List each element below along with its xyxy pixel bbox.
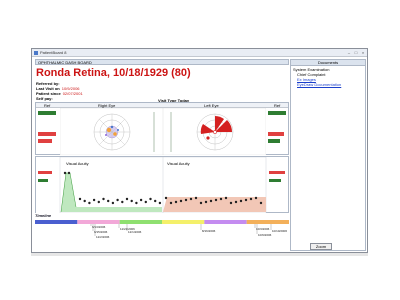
timeline-date: 10/9/2006 bbox=[258, 233, 272, 237]
ref-bar-red bbox=[268, 132, 284, 136]
zoom-button[interactable]: Zoom bbox=[310, 243, 332, 250]
va-point bbox=[194, 196, 198, 200]
ref-bar-green bbox=[38, 111, 56, 115]
va-point bbox=[209, 199, 213, 203]
ref-bar-green bbox=[269, 179, 281, 182]
va-point bbox=[174, 200, 178, 204]
ref-bar-green bbox=[268, 111, 286, 115]
va-point bbox=[135, 201, 138, 205]
timeline-segment bbox=[77, 220, 120, 224]
va-point bbox=[219, 197, 223, 201]
visual-acuity-left-chart[interactable]: Visual Acuity bbox=[163, 157, 290, 213]
self-pay: Self pay: bbox=[36, 96, 53, 101]
timeline-segment bbox=[35, 220, 78, 224]
va-point bbox=[130, 199, 133, 203]
timeline-segments bbox=[35, 220, 289, 224]
va-point bbox=[179, 199, 183, 203]
timeline-date: 9/13/2006 bbox=[92, 225, 106, 229]
visual-acuity-right-chart[interactable]: Visual Acuity bbox=[36, 157, 163, 213]
left-eye-field-chart[interactable] bbox=[163, 108, 266, 155]
va-point bbox=[224, 196, 228, 200]
va-point bbox=[121, 200, 124, 204]
ref-bar-green bbox=[268, 139, 280, 143]
ref-left-column bbox=[36, 108, 60, 155]
va-point bbox=[97, 200, 100, 204]
va-point bbox=[111, 201, 115, 205]
right-eye-field-chart[interactable] bbox=[60, 108, 163, 155]
va-point bbox=[184, 198, 188, 202]
timeline-date: 9/15/2006 bbox=[94, 230, 108, 234]
va-point bbox=[107, 199, 110, 203]
documents-header: Documents bbox=[291, 60, 365, 66]
minimize-button[interactable]: – bbox=[346, 50, 352, 55]
va-point bbox=[244, 198, 248, 202]
va-point bbox=[63, 171, 67, 175]
timeline-segment bbox=[246, 220, 289, 224]
timeline-date: 10/3/2006 bbox=[256, 227, 270, 231]
documents-panel: Documents System Examination Chief Compl… bbox=[290, 59, 366, 251]
va-point bbox=[259, 201, 263, 205]
ref-bar-red bbox=[38, 139, 52, 143]
va-point bbox=[88, 201, 91, 205]
va-point bbox=[189, 197, 193, 201]
timeline-segment bbox=[162, 220, 205, 224]
va-right-title: Visual Acuity bbox=[66, 161, 89, 166]
dashboard-header: OPHTHALMIC DASH BOARD bbox=[35, 59, 289, 65]
va-point bbox=[229, 201, 233, 205]
maximize-button[interactable]: □ bbox=[353, 50, 359, 55]
va-point bbox=[139, 198, 143, 202]
ref-bar-green bbox=[38, 179, 48, 182]
va-point bbox=[204, 200, 208, 204]
ref-bar-red bbox=[269, 171, 285, 174]
timeline-date: 12/2/2006 bbox=[96, 235, 110, 239]
va-point bbox=[164, 196, 168, 200]
horizontal-scrollbar[interactable] bbox=[31, 253, 368, 256]
va-point bbox=[249, 197, 253, 201]
doc-eyedraw-link[interactable]: EyeDraw Documentation bbox=[297, 82, 341, 87]
timeline-date: 12/1/2006 bbox=[128, 230, 142, 234]
ref-right-column bbox=[266, 108, 290, 155]
window-title: PatientBoard 8 bbox=[40, 50, 67, 55]
va-point bbox=[239, 199, 243, 203]
visual-acuity-panel: Visual Acuity Visual Acuity bbox=[35, 156, 289, 213]
dashboard-title: OPHTHALMIC DASH BOARD bbox=[38, 60, 92, 65]
va-point bbox=[254, 196, 258, 200]
va-point bbox=[116, 198, 119, 202]
app-icon bbox=[34, 51, 38, 55]
timeline-date: 8/16/2006 bbox=[202, 229, 216, 233]
va-point bbox=[125, 197, 129, 201]
va-point bbox=[92, 198, 96, 202]
timeline-bar[interactable]: 9/13/2006 11/21/20069/15/2006 12/1/200612/… bbox=[35, 218, 289, 246]
va-point bbox=[83, 199, 86, 203]
eye-panel: Ref Right Eye Left Eye Ref bbox=[35, 102, 289, 155]
timeline-date: 10/10/2006 bbox=[272, 229, 287, 233]
ref-bar-red bbox=[38, 171, 52, 174]
va-point bbox=[199, 201, 203, 205]
title-bar[interactable]: PatientBoard 8 – □ × bbox=[32, 49, 367, 57]
va-point bbox=[149, 197, 152, 201]
ref-bar-red bbox=[38, 132, 56, 136]
va-point bbox=[169, 201, 173, 205]
patient-name: Ronda Retina, 10/18/1929 (80) bbox=[36, 67, 191, 79]
va-point bbox=[102, 197, 105, 201]
self-pay-label: Self pay bbox=[36, 96, 52, 101]
va-left-title: Visual Acuity bbox=[167, 161, 190, 166]
va-point bbox=[234, 200, 238, 204]
timeline-segment bbox=[119, 220, 162, 224]
app-window: PatientBoard 8 – □ × OPHTHALMIC DASH BOA… bbox=[31, 48, 368, 253]
patient-since-value: 02/07/2001 bbox=[62, 91, 83, 96]
va-point bbox=[78, 197, 82, 201]
timeline-segment bbox=[204, 220, 247, 224]
close-button[interactable]: × bbox=[360, 50, 366, 55]
va-point bbox=[214, 198, 218, 202]
va-point bbox=[158, 201, 162, 205]
va-point bbox=[67, 171, 71, 175]
va-point bbox=[154, 199, 157, 203]
va-point bbox=[144, 200, 147, 204]
